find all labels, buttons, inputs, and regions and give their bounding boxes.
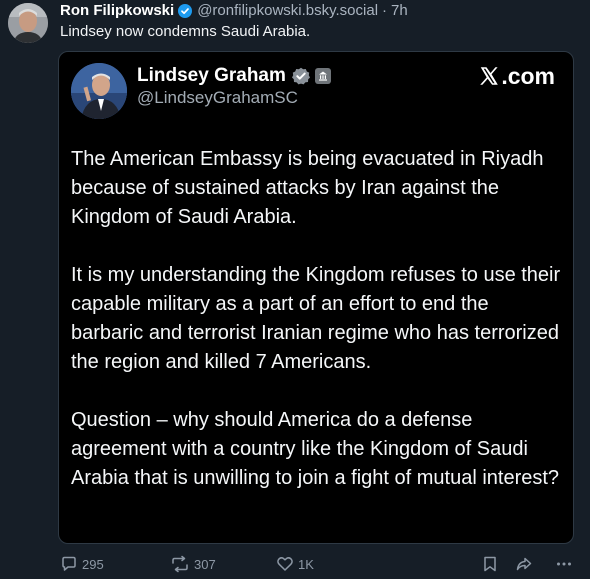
more-button[interactable] — [555, 553, 577, 575]
verified-icon — [291, 67, 310, 84]
reply-count: 295 — [82, 556, 104, 572]
repost-count: 307 — [194, 556, 216, 572]
like-icon — [277, 557, 293, 571]
like-button[interactable]: 1K — [276, 553, 314, 575]
embed-paragraph: The American Embassy is being evacuated … — [71, 148, 544, 228]
embedded-tweet-image[interactable]: Lindsey Graham @LindseyGrahamSC .com The… — [58, 51, 574, 544]
separator: · — [382, 2, 388, 19]
author-name[interactable]: Ron Filipkowski — [60, 2, 174, 20]
post-actions: 295 307 1K — [0, 553, 590, 575]
bookmark-button[interactable] — [482, 553, 502, 575]
embed-name-row: Lindsey Graham — [137, 64, 331, 87]
reply-button[interactable]: 295 — [60, 553, 104, 575]
share-button[interactable] — [515, 553, 537, 575]
government-badge-icon — [314, 67, 331, 84]
x-source-label: .com — [501, 63, 555, 89]
like-count: 1K — [298, 556, 314, 572]
embed-author-handle: @LindseyGrahamSC — [137, 88, 298, 107]
share-icon — [516, 557, 532, 571]
post-header: Ron Filipkowski @ronfilipkowski.bsky.soc… — [60, 2, 408, 20]
repost-icon — [172, 555, 188, 573]
repost-button[interactable]: 307 — [170, 553, 216, 575]
embed-paragraph: It is my understanding the Kingdom refus… — [71, 264, 561, 373]
reply-icon — [62, 556, 76, 571]
author-handle[interactable]: @ronfilipkowski.bsky.social — [197, 2, 378, 20]
embed-body: The American Embassy is being evacuated … — [71, 145, 561, 522]
embed-paragraph: Question – why should America do a defen… — [71, 409, 560, 489]
x-logo-icon: .com — [478, 63, 555, 89]
bookmark-icon — [484, 556, 496, 572]
embed-avatar — [71, 63, 127, 119]
author-avatar[interactable] — [8, 3, 48, 43]
post-time[interactable]: 7h — [391, 2, 408, 20]
post-text: Lindsey now condemns Saudi Arabia. — [60, 23, 311, 40]
embed-author-name: Lindsey Graham — [137, 65, 286, 86]
post: Ron Filipkowski @ronfilipkowski.bsky.soc… — [0, 0, 590, 579]
more-icon — [557, 562, 571, 566]
verified-icon — [178, 4, 193, 18]
